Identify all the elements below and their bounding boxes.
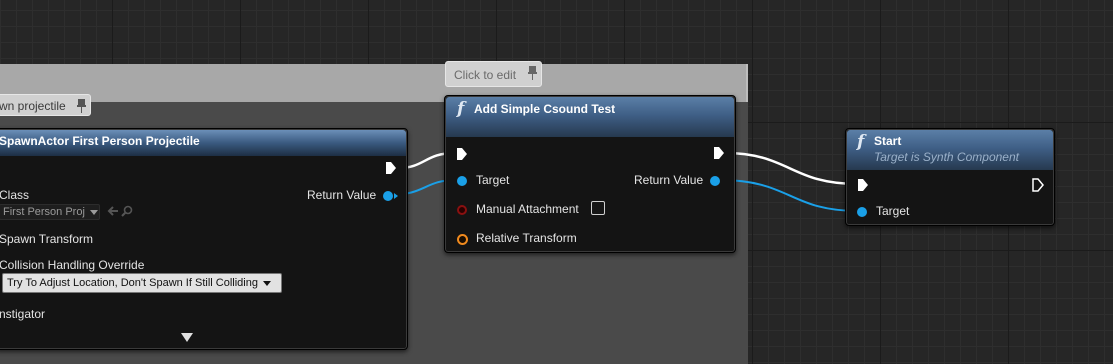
start-node[interactable]: f Start Target is Synth Component Target <box>845 128 1055 226</box>
pin-icon[interactable] <box>527 65 538 81</box>
target-pin[interactable] <box>457 176 467 186</box>
comment-title-bubble[interactable]: wn projectile <box>0 94 91 116</box>
function-icon: f <box>857 132 865 152</box>
return-value-pin[interactable] <box>710 176 720 186</box>
return-value-pin[interactable] <box>383 191 393 201</box>
search-icon[interactable] <box>121 205 133 217</box>
start-title: Start <box>874 134 902 148</box>
add-simple-csound-title: Add Simple Csound Test <box>474 102 616 116</box>
collision-handling-value: Try To Adjust Location, Don't Spawn If S… <box>7 277 258 289</box>
collision-handling-label: Collision Handling Override <box>0 258 145 272</box>
spawn-actor-node[interactable]: SpawnActor First Person Projectile Class… <box>0 128 408 350</box>
class-label: Class <box>0 188 30 202</box>
pin-arrow-icon <box>394 193 398 199</box>
collision-handling-dropdown[interactable]: Try To Adjust Location, Don't Spawn If S… <box>2 273 282 293</box>
return-value-label: Return Value <box>307 188 377 202</box>
target-pin[interactable] <box>857 207 867 217</box>
relative-transform-pin[interactable] <box>457 234 468 245</box>
manual-attachment-checkbox[interactable] <box>591 201 605 215</box>
exec-out-pin-icon[interactable] <box>385 161 397 175</box>
pin-icon[interactable] <box>76 98 87 114</box>
class-dropdown[interactable]: First Person Proj <box>0 204 100 220</box>
relative-transform-label: Relative Transform <box>476 231 577 245</box>
start-subtitle: Target is Synth Component <box>874 150 1019 164</box>
return-value-label: Return Value <box>634 173 704 187</box>
instigator-label: nstigator <box>0 307 46 321</box>
add-simple-csound-node[interactable]: f Add Simple Csound Test Target Return V… <box>444 95 736 253</box>
target-label: Target <box>876 204 910 218</box>
expand-chevron-icon[interactable] <box>181 333 193 342</box>
exec-out-pin-icon[interactable] <box>1032 178 1044 192</box>
target-label: Target <box>476 173 510 187</box>
browse-arrow-icon[interactable] <box>107 205 119 217</box>
spawn-actor-title: SpawnActor First Person Projectile <box>0 134 200 148</box>
exec-in-pin-icon[interactable] <box>857 178 869 192</box>
chevron-down-icon <box>89 209 98 215</box>
chevron-down-icon <box>263 280 272 286</box>
manual-attachment-label: Manual Attachment <box>476 202 579 216</box>
manual-attachment-pin[interactable] <box>457 205 467 215</box>
exec-in-pin-icon[interactable] <box>456 147 468 161</box>
exec-out-pin-icon[interactable] <box>713 146 725 160</box>
function-icon: f <box>457 99 465 119</box>
click-to-edit-text: Click to edit <box>454 68 517 82</box>
class-dropdown-value: First Person Proj <box>3 206 85 218</box>
click-to-edit-bubble[interactable]: Click to edit <box>445 61 542 87</box>
comment-title-text: wn projectile <box>0 99 66 113</box>
spawn-transform-label: Spawn Transform <box>0 232 94 246</box>
